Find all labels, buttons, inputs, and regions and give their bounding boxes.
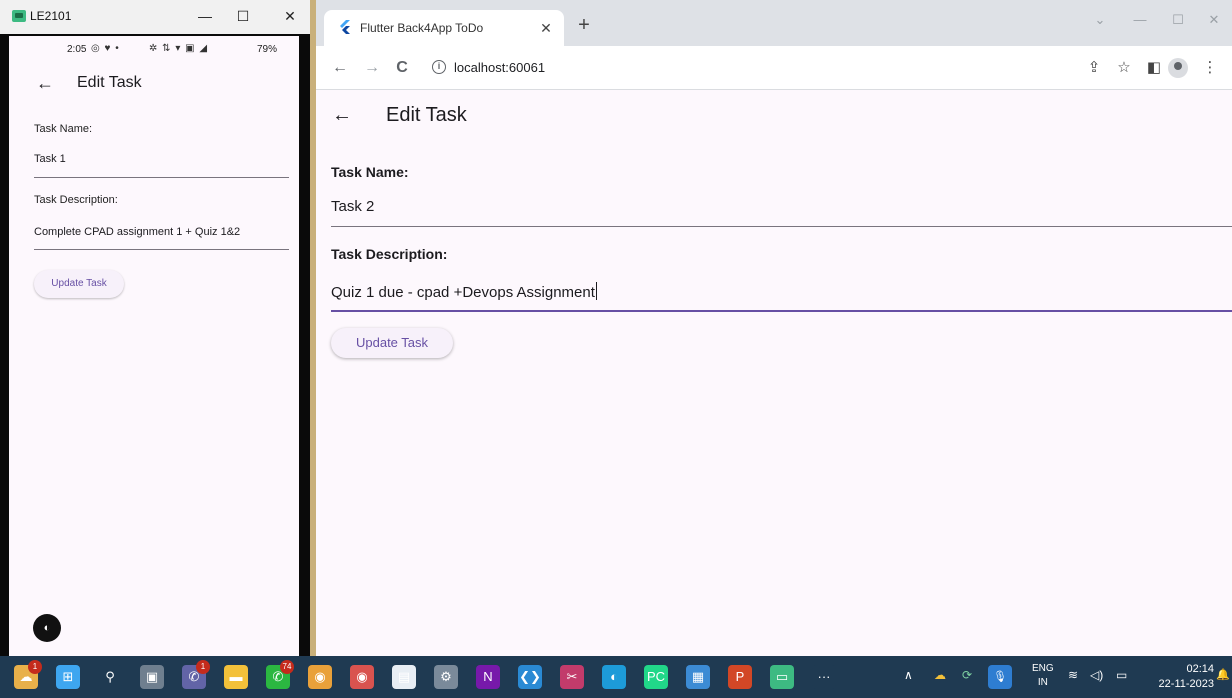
- emulator-maximize-button[interactable]: ☐: [228, 6, 258, 26]
- taskbar-vscode-icon[interactable]: ❮❯: [518, 665, 542, 689]
- browser-toolbar: ← → C i localhost:60061 ⇪ ☆ ◧ ⋮: [316, 46, 1232, 90]
- taskbar-file-explorer-icon[interactable]: ▬: [224, 665, 248, 689]
- browser-maximize-button[interactable]: ☐: [1158, 10, 1198, 30]
- taskbar-android-emulator-icon[interactable]: ▭: [770, 665, 794, 689]
- taskbar-onenote-icon[interactable]: N: [476, 665, 500, 689]
- profile-avatar[interactable]: [1168, 58, 1188, 78]
- phone-notification-icons: ◎ ♥ •: [91, 43, 120, 54]
- new-tab-button[interactable]: +: [572, 14, 596, 38]
- app-page-title: Edit Task: [386, 104, 467, 126]
- microphone-icon[interactable]: 🎙: [988, 665, 1012, 689]
- taskbar-clock[interactable]: 02:14 22-11-2023: [1144, 662, 1214, 692]
- browser-back-icon[interactable]: ←: [328, 56, 352, 80]
- text-cursor: [595, 282, 597, 300]
- taskbar-date: 22-11-2023: [1158, 678, 1214, 690]
- phone-task-name-label: Task Name:: [34, 123, 93, 135]
- browser-tab-search-icon[interactable]: ⌄: [1080, 10, 1120, 30]
- web-app-content: ← Edit Task Task Name: Task 2 Task Descr…: [316, 90, 1232, 656]
- sync-icon[interactable]: ⟳: [962, 668, 972, 682]
- task-description-value: Quiz 1 due - cpad +Devops Assignment: [331, 284, 595, 301]
- taskbar-teams-badge: 1: [196, 660, 210, 674]
- browser-tab-close-icon[interactable]: ✕: [536, 18, 556, 38]
- emulator-logo-icon: [12, 10, 26, 22]
- browser-forward-icon[interactable]: →: [360, 56, 384, 80]
- emulator-window-title: LE2101: [30, 9, 72, 23]
- browser-minimize-button[interactable]: —: [1120, 10, 1160, 30]
- phone-page-title: Edit Task: [77, 74, 142, 91]
- taskbar-time: 02:14: [1186, 663, 1214, 675]
- battery-icon[interactable]: ▭: [1116, 668, 1127, 682]
- browser-menu-icon[interactable]: ⋮: [1200, 56, 1220, 80]
- emulator-minimize-button[interactable]: —: [190, 6, 220, 26]
- taskbar-notepad-icon[interactable]: ▤: [392, 665, 416, 689]
- phone-back-arrow-icon[interactable]: ←: [36, 73, 54, 93]
- taskbar-chrome-profile-icon[interactable]: ◉: [350, 665, 374, 689]
- task-description-input[interactable]: Quiz 1 due - cpad +Devops Assignment: [331, 282, 597, 301]
- browser-window: Flutter Back4App ToDo ✕ + ⌄ — ☐ ✕ ← → C …: [316, 0, 1232, 656]
- phone-clock: 2:05: [67, 44, 87, 55]
- share-icon[interactable]: ⇪: [1082, 56, 1106, 80]
- task-name-label: Task Name:: [331, 164, 409, 180]
- taskbar-search-icon[interactable]: ⚲: [98, 665, 122, 689]
- emulator-close-button[interactable]: ✕: [275, 6, 305, 26]
- phone-signal-icons: ✲ ⇅ ▾ ▣ ◢: [149, 43, 209, 54]
- browser-close-button[interactable]: ✕: [1194, 10, 1232, 30]
- phone-floating-button-icon[interactable]: ◐: [33, 614, 61, 642]
- windows-taskbar: ☁ 1 ⊞ ⚲ ▣ ✆ 1 ▬ ✆ 74 ◉ ◉ ▤ ⚙ N ❮❯ ✂ ◐ PC ▦ P ▭ ··· ∧ ☁ ⟳ 🎙 ENG…: [0, 656, 1232, 698]
- taskbar-whatsapp-badge: 74: [280, 660, 294, 674]
- emulator-window: LE2101 — ☐ ✕ 2:05 ◎ ♥ • ✲ ⇅ ▾ ▣ ◢ 79% ← …: [0, 0, 310, 656]
- taskbar-chrome-icon[interactable]: ◉: [308, 665, 332, 689]
- taskbar-task-view-icon[interactable]: ▣: [140, 665, 164, 689]
- wifi-icon[interactable]: ≋: [1068, 668, 1078, 682]
- taskbar-edge-icon[interactable]: ◐: [602, 665, 626, 689]
- task-description-label: Task Description:: [331, 246, 448, 262]
- browser-reload-icon[interactable]: C: [390, 56, 414, 80]
- flutter-logo-icon: [340, 20, 350, 34]
- phone-task-description-input[interactable]: Complete CPAD assignment 1 + Quiz 1&2: [34, 226, 240, 238]
- phone-task-name-input[interactable]: Task 1: [34, 153, 66, 165]
- browser-tab-strip: Flutter Back4App ToDo ✕ + ⌄ — ☐ ✕: [316, 0, 1232, 46]
- side-panel-icon[interactable]: ◧: [1142, 56, 1166, 80]
- taskbar-more-icon[interactable]: ···: [812, 665, 836, 689]
- taskbar-pycharm-icon[interactable]: PC: [644, 665, 668, 689]
- notification-bell-icon[interactable]: 🔔: [1216, 668, 1230, 681]
- taskbar-settings-icon[interactable]: ⚙: [434, 665, 458, 689]
- app-back-arrow-icon[interactable]: ←: [332, 104, 352, 126]
- phone-battery-level: 79%: [257, 44, 278, 55]
- language-code: ENG: [1032, 663, 1054, 674]
- taskbar-control-panel-icon[interactable]: ▦: [686, 665, 710, 689]
- phone-task-description-label: Task Description:: [34, 194, 118, 206]
- browser-tab[interactable]: Flutter Back4App ToDo ✕: [324, 10, 564, 46]
- onedrive-icon[interactable]: ☁: [934, 668, 946, 682]
- update-task-button[interactable]: Update Task: [331, 328, 453, 358]
- tray-chevron-icon[interactable]: ∧: [904, 668, 913, 682]
- emulator-titlebar[interactable]: LE2101 — ☐ ✕: [0, 0, 310, 34]
- language-indicator[interactable]: ENG IN: [1032, 662, 1054, 690]
- taskbar-start-icon[interactable]: ⊞: [56, 665, 80, 689]
- phone-screen: 2:05 ◎ ♥ • ✲ ⇅ ▾ ▣ ◢ 79% ← Edit Task Tas…: [9, 36, 299, 656]
- phone-task-name-underline: [34, 177, 289, 178]
- language-region: IN: [1037, 677, 1048, 688]
- phone-status-bar: 2:05 ◎ ♥ • ✲ ⇅ ▾ ▣ ◢ 79%: [9, 42, 299, 60]
- volume-icon[interactable]: ◁): [1090, 668, 1103, 682]
- task-name-input[interactable]: Task 2: [331, 198, 374, 215]
- browser-tab-title: Flutter Back4App ToDo: [360, 21, 484, 35]
- phone-update-task-button[interactable]: Update Task: [34, 270, 124, 298]
- address-bar-url[interactable]: localhost:60061: [454, 60, 545, 75]
- site-info-icon[interactable]: i: [432, 60, 446, 74]
- task-description-underline: [331, 310, 1232, 312]
- task-name-underline: [331, 226, 1232, 227]
- taskbar-snipping-tool-icon[interactable]: ✂: [560, 665, 584, 689]
- phone-task-description-underline: [34, 249, 289, 250]
- taskbar-powerpoint-icon[interactable]: P: [728, 665, 752, 689]
- bookmark-star-icon[interactable]: ☆: [1112, 56, 1136, 80]
- taskbar-weather-badge: 1: [28, 660, 42, 674]
